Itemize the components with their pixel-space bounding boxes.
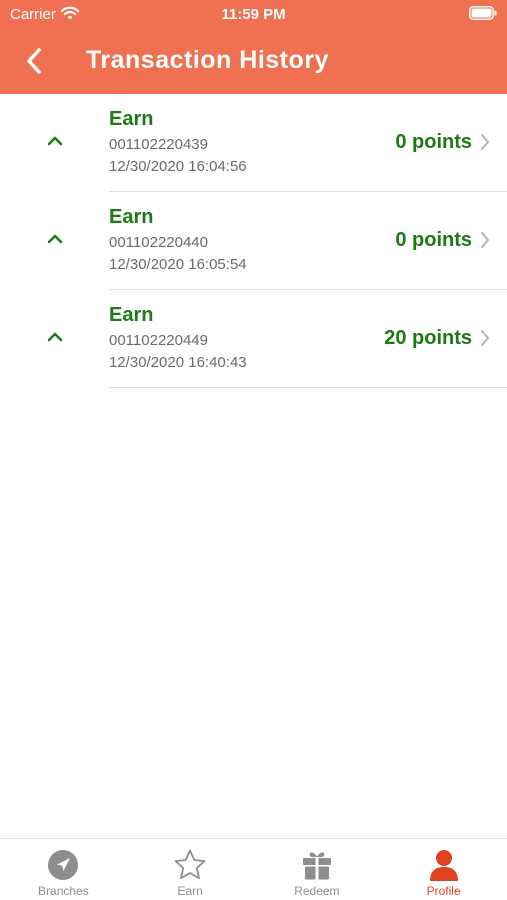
status-bar: Carrier 11:59 PM xyxy=(0,0,507,28)
tab-label: Profile xyxy=(426,884,461,898)
battery-icon xyxy=(469,6,497,25)
transaction-type: Earn xyxy=(109,108,154,130)
page-title: Transaction History xyxy=(86,46,329,74)
chevron-up-icon xyxy=(46,232,64,250)
tab-label: Redeem xyxy=(294,884,340,898)
tab-label: Branches xyxy=(38,884,89,898)
tab-profile[interactable]: Profile xyxy=(380,839,507,900)
transaction-type: Earn xyxy=(109,206,154,228)
transaction-points: 0 points xyxy=(395,131,472,153)
chevron-up-icon xyxy=(46,330,64,348)
transaction-points: 0 points xyxy=(395,229,472,251)
navigation-arrow-icon xyxy=(46,848,80,882)
transaction-points: 20 points xyxy=(384,327,472,349)
transaction-row[interactable]: Earn 001102220439 12/30/2020 16:04:56 0 … xyxy=(0,94,507,192)
row-divider xyxy=(109,387,507,388)
chevron-right-icon xyxy=(480,329,490,352)
back-button[interactable] xyxy=(20,44,50,78)
chevron-right-icon xyxy=(480,231,490,254)
tab-label: Earn xyxy=(177,884,203,898)
chevron-left-icon xyxy=(27,48,41,74)
transaction-id: 001102220439 xyxy=(109,136,208,153)
transaction-list: Earn 001102220439 12/30/2020 16:04:56 0 … xyxy=(0,94,507,388)
navigation-bar: Transaction History xyxy=(0,34,507,90)
tab-bar: Branches Earn Redeem Profile xyxy=(0,838,507,900)
star-icon xyxy=(173,848,207,882)
chevron-up-icon xyxy=(46,134,64,152)
transaction-date: 12/30/2020 16:40:43 xyxy=(109,354,247,371)
transaction-date: 12/30/2020 16:05:54 xyxy=(109,256,247,273)
clock: 11:59 PM xyxy=(221,6,286,23)
app-header: Carrier 11:59 PM Transaction History xyxy=(0,0,507,94)
transaction-row[interactable]: Earn 001102220440 12/30/2020 16:05:54 0 … xyxy=(0,192,507,290)
gift-icon xyxy=(300,848,334,882)
tab-earn[interactable]: Earn xyxy=(127,839,254,900)
transaction-type: Earn xyxy=(109,304,154,326)
transaction-row[interactable]: Earn 001102220449 12/30/2020 16:40:43 20… xyxy=(0,290,507,388)
transaction-id: 001102220440 xyxy=(109,234,208,251)
chevron-right-icon xyxy=(480,133,490,156)
transaction-id: 001102220449 xyxy=(109,332,208,349)
tab-branches[interactable]: Branches xyxy=(0,839,127,900)
tab-redeem[interactable]: Redeem xyxy=(254,839,381,900)
transaction-date: 12/30/2020 16:04:56 xyxy=(109,158,247,175)
person-icon xyxy=(427,848,461,882)
